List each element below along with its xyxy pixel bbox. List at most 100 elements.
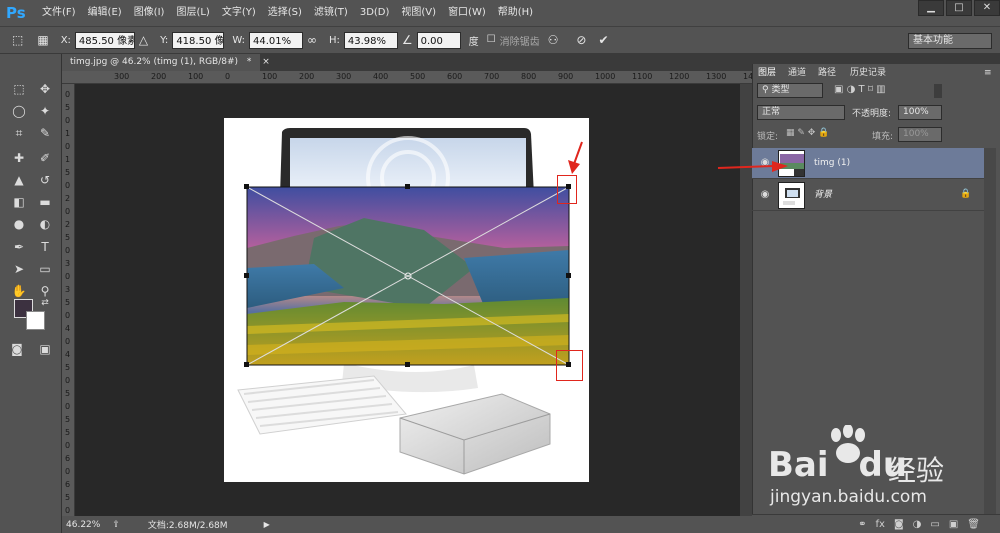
menu-edit[interactable]: 编辑(E): [82, 0, 128, 26]
type-icon[interactable]: T: [34, 238, 56, 256]
ruler-v-tick: 2: [65, 220, 71, 229]
ruler-v-tick: 1: [65, 155, 71, 164]
ruler-v-tick: 0: [65, 441, 71, 450]
maximize-button[interactable]: □: [946, 0, 972, 16]
menu-type[interactable]: 文字(Y): [216, 0, 262, 26]
menu-3d[interactable]: 3D(D): [354, 0, 396, 26]
export-icon[interactable]: ⇪: [112, 520, 120, 530]
workspace-label: 基本功能: [913, 35, 953, 46]
history-brush-icon[interactable]: ↺: [34, 171, 56, 189]
hand-icon[interactable]: ✋: [8, 282, 30, 300]
ruler-v-tick: 0: [65, 376, 71, 385]
workspace-select[interactable]: 基本功能: [908, 33, 992, 49]
delta-icon[interactable]: △: [139, 30, 148, 50]
y-label: Y:: [160, 34, 169, 46]
link-icon[interactable]: ∞: [307, 30, 317, 50]
menu-file[interactable]: 文件(F): [36, 0, 82, 26]
layer-row-background[interactable]: ◉ 背景 🔒: [752, 180, 984, 211]
swap-colors-icon[interactable]: ⇄: [34, 294, 56, 312]
new-layer-icon[interactable]: ▣: [949, 519, 958, 530]
x-field[interactable]: 485.50 像素: [74, 31, 135, 49]
screen-mode-icon[interactable]: ▣: [34, 340, 56, 358]
warp-icon[interactable]: ⚇: [548, 30, 559, 50]
fx-icon[interactable]: fx: [876, 519, 885, 530]
menu-view[interactable]: 视图(V): [395, 0, 442, 26]
menu-image[interactable]: 图像(I): [128, 0, 171, 26]
group-icon[interactable]: ▭: [930, 519, 939, 530]
ruler-v-tick: 0: [65, 402, 71, 411]
dodge-icon[interactable]: ◐: [34, 215, 56, 233]
brush-icon[interactable]: ✐: [34, 149, 56, 167]
commit-icon[interactable]: ✔: [598, 30, 608, 50]
reference-point-icon[interactable]: ▦: [37, 30, 48, 50]
layer-name[interactable]: 背景: [814, 180, 832, 211]
visibility-eye-icon[interactable]: ◉: [758, 188, 772, 202]
angle-field[interactable]: 0.00: [416, 31, 461, 49]
gradient-icon[interactable]: ▬: [34, 193, 56, 211]
filter-toggle[interactable]: [934, 84, 942, 98]
status-menu-icon[interactable]: ▶: [264, 520, 270, 529]
document-tab[interactable]: timg.jpg @ 46.2% (timg (1), RGB/8#) * ×: [62, 54, 270, 71]
antialias-checkbox[interactable]: ☐: [487, 30, 496, 50]
adjustment-icon[interactable]: ◑: [913, 519, 922, 530]
link-layers-icon[interactable]: ⚭: [858, 519, 866, 530]
rectangle-icon[interactable]: ▭: [34, 260, 56, 278]
delete-layer-icon[interactable]: 🗑: [967, 519, 980, 530]
crop-icon[interactable]: ⌗: [8, 124, 30, 142]
mask-icon[interactable]: ◙: [894, 519, 904, 530]
annotation-arrow-layer-icon: [717, 161, 788, 172]
transform-tool-icon[interactable]: ⬚: [12, 30, 23, 50]
lasso-icon[interactable]: ◯: [8, 102, 30, 120]
ruler-vertical: 0 5 0 1 0 1 5 0 2 0 2 5 0 3 0 3 5 0 4 0 4 5 0 5 0 5 5 0 6 0 6 5 0: [62, 84, 75, 516]
blend-mode-select[interactable]: 正常: [757, 105, 845, 120]
background-color[interactable]: [26, 311, 45, 330]
stamp-icon[interactable]: ▲: [8, 171, 30, 189]
quick-mask-icon[interactable]: ◙: [6, 340, 28, 358]
fill-field[interactable]: 100%: [898, 127, 942, 142]
y-field[interactable]: 418.50 像素: [172, 31, 225, 49]
healing-icon[interactable]: ✚: [8, 149, 30, 167]
width-field[interactable]: 44.01%: [248, 31, 303, 49]
tab-history[interactable]: 历史记录: [850, 66, 886, 80]
eyedropper-icon[interactable]: ✎: [34, 124, 56, 142]
marquee-icon[interactable]: ⬚: [8, 80, 30, 98]
annotation-box-bottom: [556, 350, 583, 381]
panel-menu-icon[interactable]: ≡: [984, 66, 992, 80]
tab-close-icon[interactable]: ×: [262, 57, 270, 67]
menu-help[interactable]: 帮助(H): [492, 0, 539, 26]
menu-window[interactable]: 窗口(W): [442, 0, 492, 26]
opacity-value: 100%: [903, 107, 929, 117]
menu-layer[interactable]: 图层(L): [170, 0, 215, 26]
ruler-h-tick: 100: [188, 72, 204, 81]
layer-thumbnail: [778, 182, 805, 209]
tab-channels[interactable]: 通道: [788, 66, 806, 80]
blur-icon[interactable]: ●: [8, 215, 30, 233]
menu-bar: Ps 文件(F) 编辑(E) 图像(I) 图层(L) 文字(Y) 选择(S) 滤…: [0, 0, 1000, 26]
close-button[interactable]: ✕: [974, 0, 1000, 16]
ruler-h-tick: 1100: [632, 72, 653, 81]
cancel-icon[interactable]: ⊘: [576, 30, 586, 50]
opacity-field[interactable]: 100%: [898, 105, 942, 120]
pen-icon[interactable]: ✒: [8, 238, 30, 256]
path-select-icon[interactable]: ➤: [8, 260, 30, 278]
tab-paths[interactable]: 路径: [818, 66, 836, 80]
menu-filter[interactable]: 滤镜(T): [308, 0, 354, 26]
menu-select[interactable]: 选择(S): [262, 0, 308, 26]
height-field[interactable]: 43.98%: [343, 31, 398, 49]
layer-name[interactable]: timg (1): [814, 148, 850, 179]
minimize-button[interactable]: ▁: [918, 0, 944, 16]
vertical-scrollbar[interactable]: [740, 84, 752, 516]
layer-filter-select[interactable]: ⚲ 类型: [757, 83, 823, 98]
document-image: [237, 128, 571, 475]
zoom-level[interactable]: 46.22%: [66, 520, 100, 530]
magic-wand-icon[interactable]: ✦: [34, 102, 56, 120]
tab-layers[interactable]: 图层: [758, 66, 776, 80]
move-icon[interactable]: ✥: [34, 80, 56, 98]
filter-icons[interactable]: ▣ ◑ T ⌑ ▥: [834, 84, 886, 95]
lock-icons[interactable]: ▦ ✎ ✥ 🔒: [786, 128, 829, 138]
angle-icon: ∠: [401, 33, 413, 47]
eraser-icon[interactable]: ◧: [8, 193, 30, 211]
ruler-v-tick: 5: [65, 233, 71, 242]
document-canvas[interactable]: [224, 118, 589, 482]
ruler-h-tick: 300: [114, 72, 130, 81]
